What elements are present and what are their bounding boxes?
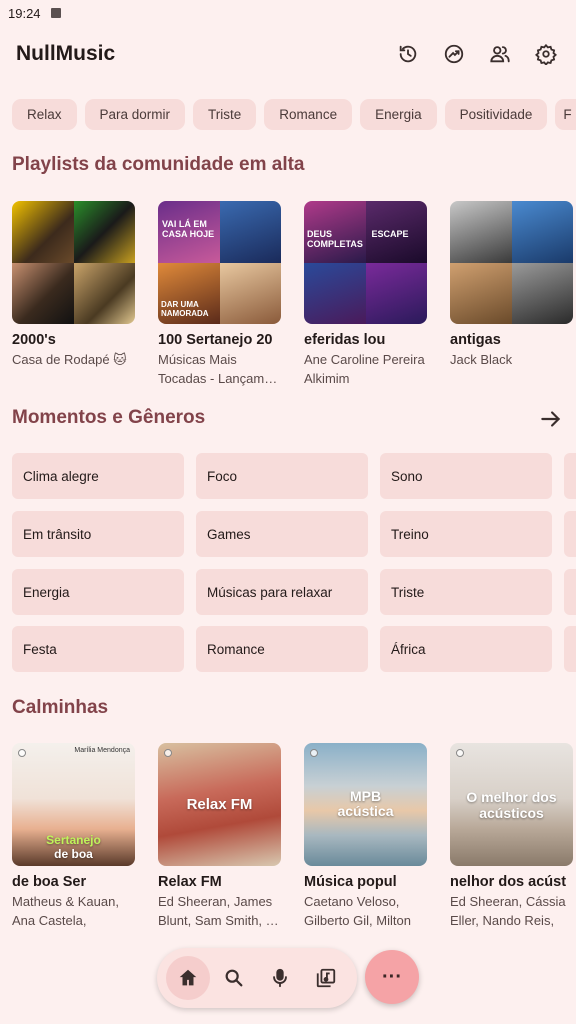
- playlist-card[interactable]: 2000's Casa de Rodapé 🐱: [12, 201, 135, 386]
- mood-item[interactable]: Games: [196, 511, 368, 557]
- badge-icon: [164, 749, 172, 757]
- artwork-label: de boa: [54, 847, 93, 861]
- playlist-title: 100 Sertanejo 20: [158, 332, 273, 348]
- section-title-calm: Calminhas: [12, 697, 109, 718]
- playlist-artwork: [12, 201, 135, 324]
- playlist-title: Música popul: [304, 874, 397, 890]
- playlist-subtitle: Ed Sheeran, James Blunt, Sam Smith, …: [158, 894, 279, 928]
- playlist-artwork: DEUS COMPLETAS ESCAPE: [304, 201, 427, 324]
- playlist-title: 2000's: [12, 332, 56, 348]
- mood-item-partial[interactable]: [564, 626, 576, 672]
- mood-item[interactable]: Energia: [12, 569, 184, 615]
- section-title-community: Playlists da comunidade em alta: [12, 154, 305, 175]
- playlist-subtitle: Matheus & Kauan, Ana Castela, Lauan…: [12, 894, 119, 928]
- artwork-text: DEUS COMPLETAS: [307, 229, 363, 249]
- calm-playlists-row: Marília Mendonça Sertanejo de boa de boa…: [0, 743, 576, 933]
- chip-energia[interactable]: Energia: [360, 99, 437, 130]
- chip-partial[interactable]: F: [555, 99, 576, 130]
- playlist-title: Relax FM: [158, 874, 222, 890]
- chip-para-dormir[interactable]: Para dormir: [84, 99, 186, 130]
- artwork-label: Sertanejo: [46, 833, 101, 847]
- mood-item[interactable]: Triste: [380, 569, 552, 615]
- status-time: 19:24: [8, 5, 41, 21]
- artwork-text: VAI LÁ EM CASA HOJE: [162, 219, 215, 239]
- playlist-artwork: [450, 201, 573, 324]
- playlist-subtitle: Músicas Mais Tocadas - Lançam…: [158, 352, 278, 386]
- artwork-label: Relax FM: [186, 796, 253, 813]
- more-options-button[interactable]: ···: [365, 950, 419, 1004]
- people-icon[interactable]: [486, 40, 514, 68]
- playlist-artwork: MPB acústica: [304, 743, 427, 866]
- badge-icon: [310, 749, 318, 757]
- community-playlists-row: 2000's Casa de Rodapé 🐱 VAI LÁ EM CASA H…: [0, 201, 576, 386]
- mood-item[interactable]: Sono: [380, 453, 552, 499]
- moods-grid: Clima alegre Foco Sono Em trânsito Games…: [12, 453, 576, 675]
- playlist-subtitle: Caetano Veloso, Gilberto Gil, Milton …: [304, 894, 411, 928]
- mic-icon[interactable]: [258, 956, 302, 1000]
- mood-item[interactable]: Treino: [380, 511, 552, 557]
- mood-item[interactable]: Em trânsito: [12, 511, 184, 557]
- playlist-title: nelhor dos acúst: [450, 874, 567, 890]
- playlist-card[interactable]: DEUS COMPLETAS ESCAPE eferidas lou Ane C…: [304, 201, 427, 386]
- artwork-caption: Marília Mendonça: [74, 747, 130, 754]
- notification-icon: [50, 8, 61, 18]
- playlist-card[interactable]: O melhor dos acústicos nelhor dos acúst …: [450, 743, 573, 930]
- playlist-subtitle: Jack Black: [450, 352, 513, 367]
- mood-chips: Relax Para dormir Triste Romance Energia…: [12, 99, 576, 131]
- playlist-subtitle: Ed Sheeran, Cássia Eller, Nando Reis, L…: [450, 894, 566, 928]
- playlist-subtitle: Ane Caroline Pereira Alkimim: [304, 352, 425, 386]
- search-icon[interactable]: [212, 956, 256, 1000]
- artwork-label: O melhor dos acústicos: [466, 789, 557, 821]
- chip-relax[interactable]: Relax: [12, 99, 77, 130]
- mood-item[interactable]: África: [380, 626, 552, 672]
- chip-positividade[interactable]: Positividade: [444, 99, 548, 130]
- badge-icon: [456, 749, 464, 757]
- mood-item[interactable]: Clima alegre: [12, 453, 184, 499]
- home-icon[interactable]: [166, 956, 210, 1000]
- playlist-artwork: O melhor dos acústicos: [450, 743, 573, 866]
- app-actions: [394, 40, 560, 68]
- app-title: NullMusic: [16, 42, 116, 65]
- arrow-right-icon[interactable]: [538, 406, 564, 432]
- playlist-artwork: Marília Mendonça Sertanejo de boa: [12, 743, 135, 866]
- playlist-title: de boa Ser: [12, 874, 87, 890]
- library-icon[interactable]: [304, 956, 348, 1000]
- playlist-subtitle: Casa de Rodapé 🐱: [12, 352, 127, 367]
- playlist-title: eferidas lou: [304, 332, 386, 348]
- bottom-navigation: [157, 948, 357, 1008]
- artwork-label: MPB acústica: [337, 788, 394, 819]
- mood-item[interactable]: Festa: [12, 626, 184, 672]
- mood-item-partial[interactable]: [564, 453, 576, 499]
- playlist-card[interactable]: VAI LÁ EM CASA HOJE DAR UMA NAMORADA 100…: [158, 201, 281, 386]
- playlist-artwork: Relax FM: [158, 743, 281, 866]
- artwork-text: ESCAPE: [371, 229, 409, 239]
- trending-icon[interactable]: [440, 40, 468, 68]
- settings-icon[interactable]: [532, 40, 560, 68]
- mood-item-partial[interactable]: [564, 511, 576, 557]
- playlist-title: antigas: [450, 332, 501, 348]
- mood-item-partial[interactable]: [564, 569, 576, 615]
- chip-triste[interactable]: Triste: [193, 99, 257, 130]
- artwork-text: DAR UMA NAMORADA: [161, 300, 209, 318]
- app-bar: NullMusic: [0, 26, 576, 82]
- playlist-artwork: VAI LÁ EM CASA HOJE DAR UMA NAMORADA: [158, 201, 281, 324]
- section-title-moods: Momentos e Gêneros: [12, 407, 206, 428]
- chip-romance[interactable]: Romance: [264, 99, 353, 130]
- badge-icon: [18, 749, 26, 757]
- mood-item[interactable]: Músicas para relaxar: [196, 569, 368, 615]
- history-icon[interactable]: [394, 40, 422, 68]
- status-bar: 19:24: [0, 0, 576, 26]
- mood-item[interactable]: Foco: [196, 453, 368, 499]
- playlist-card[interactable]: MPB acústica Música popul Caetano Veloso…: [304, 743, 427, 930]
- playlist-card[interactable]: Marília Mendonça Sertanejo de boa de boa…: [12, 743, 135, 930]
- mood-item[interactable]: Romance: [196, 626, 368, 672]
- playlist-card[interactable]: antigas Jack Black: [450, 201, 573, 386]
- playlist-card[interactable]: Relax FM Relax FM Ed Sheeran, James Blun…: [158, 743, 281, 930]
